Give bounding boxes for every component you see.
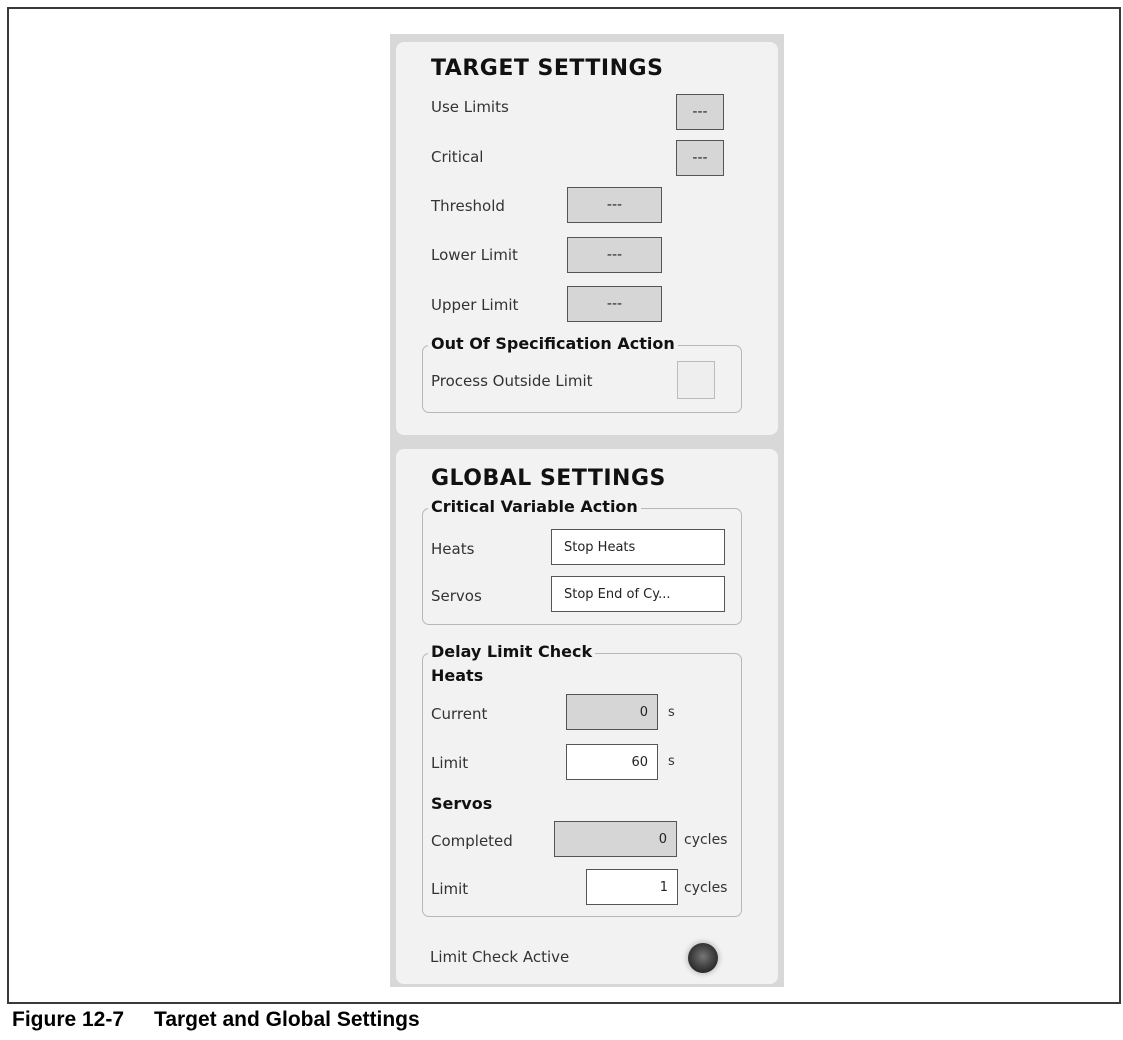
upper-limit-label: Upper Limit [431, 296, 519, 314]
completed-unit: cycles [684, 832, 728, 848]
figure-number: Figure 12-7 [12, 1008, 125, 1031]
process-outside-limit-label: Process Outside Limit [431, 372, 593, 390]
settings-screenshot: TARGET SETTINGS Use Limits --- Critical … [390, 34, 784, 987]
completed-label: Completed [431, 832, 513, 850]
heats-label: Heats [431, 540, 475, 558]
current-unit: s [668, 705, 675, 720]
limit-check-active-indicator [688, 943, 718, 973]
figure-title: Target and Global Settings [154, 1008, 420, 1031]
current-label: Current [431, 705, 488, 723]
servos-limit-unit: cycles [684, 880, 728, 896]
completed-field: 0 [554, 821, 677, 857]
lower-limit-field[interactable]: --- [567, 237, 662, 273]
target-settings-title: TARGET SETTINGS [431, 56, 664, 81]
heats-section-heading: Heats [431, 666, 484, 685]
figure-caption: Figure 12-7 Target and Global Settings [12, 1008, 420, 1032]
critical-variable-action-title: Critical Variable Action [428, 497, 641, 516]
use-limits-toggle[interactable]: --- [676, 94, 724, 130]
use-limits-label: Use Limits [431, 98, 509, 116]
heats-action-select[interactable]: Stop Heats [551, 529, 725, 565]
lower-limit-label: Lower Limit [431, 246, 518, 264]
servos-label: Servos [431, 587, 482, 605]
threshold-label: Threshold [431, 197, 505, 215]
out-of-spec-action-group: Out Of Specification Action Process Outs… [422, 334, 742, 413]
heats-limit-unit: s [668, 754, 675, 769]
heats-limit-field[interactable]: 60 [566, 744, 658, 780]
global-settings-panel: GLOBAL SETTINGS Critical Variable Action… [396, 449, 778, 984]
delay-limit-check-title: Delay Limit Check [428, 642, 596, 661]
servos-limit-label: Limit [431, 880, 469, 898]
global-settings-title: GLOBAL SETTINGS [431, 466, 666, 491]
servos-section-heading: Servos [431, 794, 493, 813]
current-field: 0 [566, 694, 658, 730]
critical-toggle[interactable]: --- [676, 140, 724, 176]
delay-limit-check-group: Delay Limit Check Heats Current 0 s Limi… [422, 642, 742, 917]
threshold-field[interactable]: --- [567, 187, 662, 223]
critical-label: Critical [431, 148, 484, 166]
servos-action-select[interactable]: Stop End of Cy... [551, 576, 725, 612]
figure-frame: TARGET SETTINGS Use Limits --- Critical … [7, 7, 1121, 1004]
critical-variable-action-group: Critical Variable Action Heats Stop Heat… [422, 497, 742, 625]
servos-limit-field[interactable]: 1 [586, 869, 678, 905]
target-settings-panel: TARGET SETTINGS Use Limits --- Critical … [396, 42, 778, 435]
heats-limit-label: Limit [431, 754, 469, 772]
process-outside-limit-toggle[interactable] [677, 361, 715, 399]
upper-limit-field[interactable]: --- [567, 286, 662, 322]
limit-check-active-label: Limit Check Active [430, 948, 570, 966]
out-of-spec-group-title: Out Of Specification Action [428, 334, 678, 353]
